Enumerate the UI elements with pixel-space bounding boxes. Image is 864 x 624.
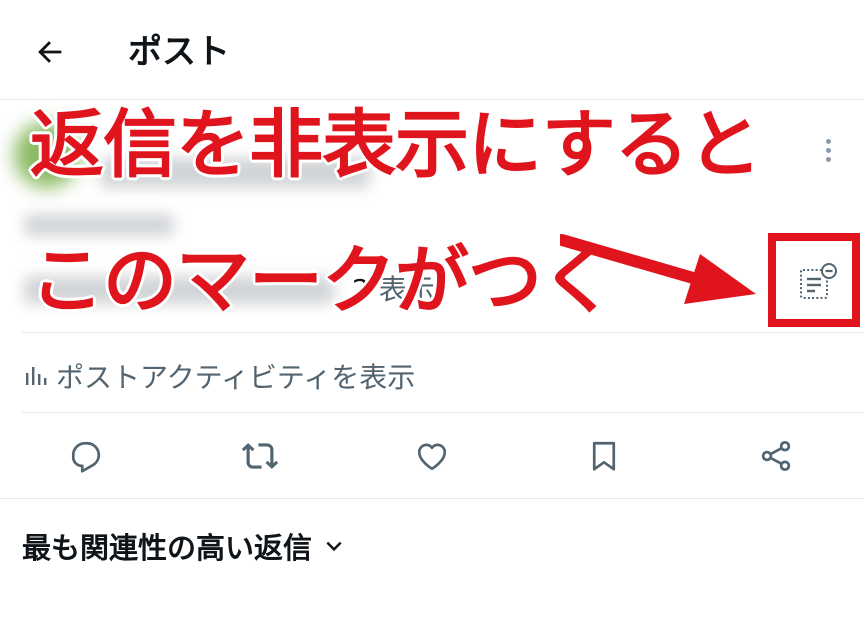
repost-icon [241, 443, 279, 469]
action-bar [0, 432, 864, 480]
divider [22, 412, 864, 413]
reply-sort-label: 最も関連性の高い返信 [22, 531, 313, 565]
reply-icon [71, 441, 101, 473]
share-icon [761, 441, 791, 471]
annotation-highlight-box [768, 233, 860, 327]
repost-button[interactable] [236, 432, 284, 480]
more-icon-dot [825, 156, 831, 162]
section-divider [0, 498, 864, 499]
bar-chart-icon [26, 367, 47, 385]
back-button[interactable] [26, 28, 74, 76]
divider [22, 332, 864, 333]
top-bar: ポスト [0, 0, 864, 100]
bookmark-button[interactable] [580, 432, 628, 480]
like-button[interactable] [408, 432, 456, 480]
arrow-left-icon [38, 41, 62, 63]
more-options-button[interactable] [808, 130, 848, 170]
annotation-arrow-icon [560, 234, 756, 304]
bookmark-icon [592, 441, 616, 471]
post-activity-link[interactable]: ポストアクティビティを表示 [24, 356, 415, 396]
like-icon [417, 443, 447, 471]
post-activity-label: ポストアクティビティを表示 [56, 361, 416, 394]
more-icon-dot [825, 138, 831, 144]
share-button[interactable] [752, 432, 800, 480]
more-icon-dot [825, 147, 831, 153]
chevron-down-icon [326, 541, 342, 552]
reply-sort-dropdown[interactable]: 最も関連性の高い返信 [22, 524, 344, 568]
annotation-line-2: このマークがつく [30, 238, 615, 324]
page-title: ポスト [128, 32, 230, 72]
reply-button[interactable] [62, 432, 110, 480]
annotation-line-1: 返信を非表示にすると [30, 102, 762, 188]
blurred-author-handle [24, 214, 174, 236]
